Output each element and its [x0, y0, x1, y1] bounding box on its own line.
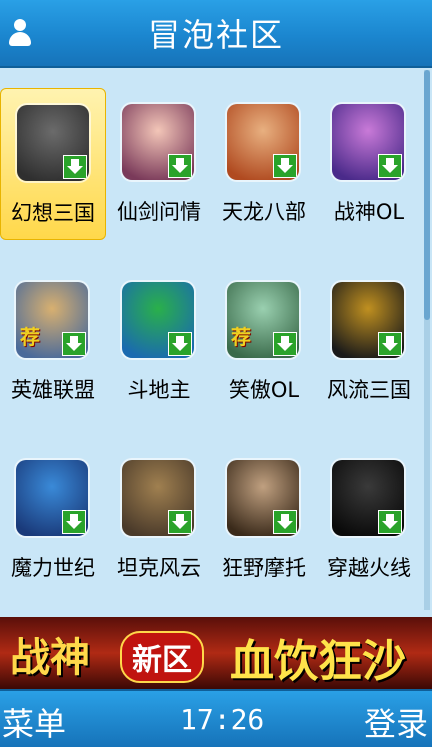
download-icon: [168, 510, 192, 534]
download-icon: [273, 510, 297, 534]
game-label: 魔力世纪: [11, 556, 95, 580]
game-label: 风流三国: [327, 378, 411, 402]
game-tile[interactable]: 战神OL: [316, 88, 422, 240]
recommend-badge: 荐: [231, 325, 251, 349]
game-label: 笑傲OL: [228, 378, 300, 402]
game-tile[interactable]: 仙剑问情: [106, 88, 212, 240]
download-icon: [62, 332, 86, 356]
game-icon: 荐: [227, 282, 299, 358]
ad-banner[interactable]: 战神 新区 血饮狂沙: [0, 617, 432, 689]
game-label: 穿越火线: [327, 556, 411, 580]
game-label: 狂野摩托: [222, 556, 306, 580]
game-icon: 荐: [16, 282, 88, 358]
game-label: 仙剑问情: [117, 200, 201, 224]
game-icon: [227, 104, 299, 180]
banner-text: 血饮狂沙: [230, 636, 406, 687]
game-tile[interactable]: 魔力世纪: [0, 444, 106, 596]
game-icon: [17, 105, 89, 181]
download-icon: [273, 154, 297, 178]
game-icon: [332, 282, 404, 358]
game-tile[interactable]: 斗地主: [106, 266, 212, 418]
app-title: 冒泡社区: [147, 16, 284, 54]
download-icon: [62, 510, 86, 534]
game-label: 天龙八部: [222, 200, 306, 224]
game-icon: [332, 104, 404, 180]
game-tile[interactable]: 幻想三国: [0, 88, 106, 240]
banner-tag: 新区: [120, 631, 204, 683]
game-tile[interactable]: 坦克风云: [106, 444, 212, 596]
game-label: 坦克风云: [117, 556, 201, 580]
game-tile[interactable]: 荐笑傲OL: [211, 266, 317, 418]
banner-logo: 战神: [10, 634, 90, 681]
game-tile[interactable]: 风流三国: [316, 266, 422, 418]
softkey-bar: 菜单 17:26 登录: [0, 689, 432, 747]
game-label: 斗地主: [127, 378, 191, 402]
game-icon: [227, 460, 299, 536]
game-icon: [16, 460, 88, 536]
game-label: 英雄联盟: [11, 378, 95, 402]
game-icon: [122, 460, 194, 536]
download-icon: [63, 155, 87, 179]
game-icon: [122, 282, 194, 358]
login-softkey[interactable]: 登录: [364, 699, 428, 745]
download-icon: [273, 332, 297, 356]
scrollbar-thumb[interactable]: [424, 70, 430, 320]
game-icon: [332, 460, 404, 536]
game-tile[interactable]: 狂野摩托: [211, 444, 317, 596]
game-icon: [122, 104, 194, 180]
title-bar: 冒泡社区: [0, 0, 432, 68]
download-icon: [168, 154, 192, 178]
download-icon: [378, 332, 402, 356]
clock: 17:26: [180, 703, 265, 736]
game-tile[interactable]: 穿越火线: [316, 444, 422, 596]
game-tile[interactable]: 荐英雄联盟: [0, 266, 106, 418]
download-icon: [378, 154, 402, 178]
menu-softkey[interactable]: 菜单: [2, 699, 66, 745]
download-icon: [378, 510, 402, 534]
recommend-badge: 荐: [20, 325, 40, 349]
game-label: 战神OL: [333, 200, 405, 224]
download-icon: [168, 332, 192, 356]
game-tile[interactable]: 天龙八部: [211, 88, 317, 240]
game-label: 幻想三国: [11, 201, 95, 225]
